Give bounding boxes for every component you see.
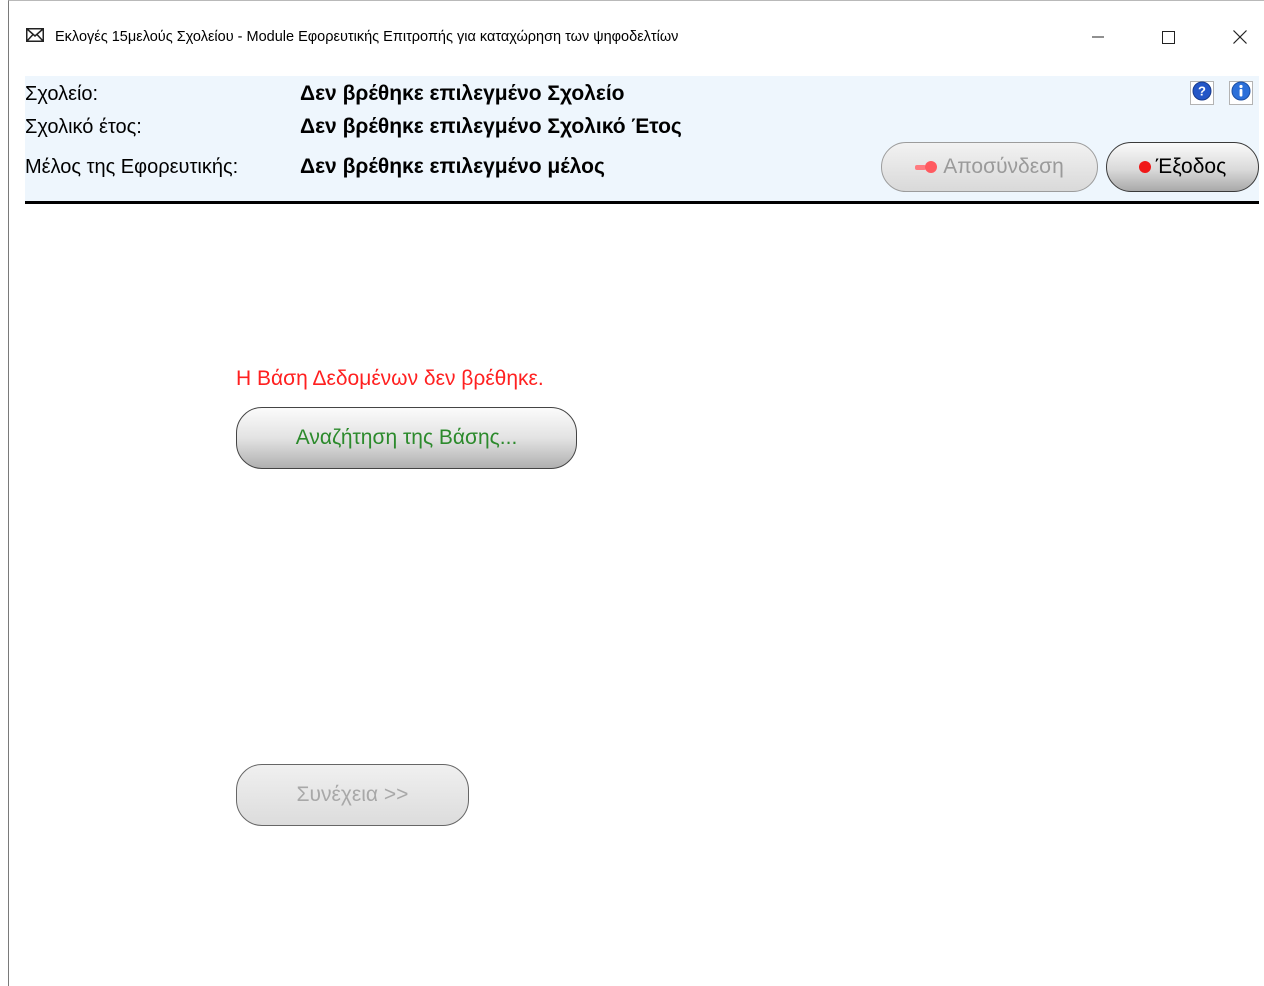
continue-button[interactable]: Συνέχεια >> [236,764,469,826]
continue-label: Συνέχεια >> [296,783,409,806]
search-database-label: Αναζήτηση της Βάσης... [295,426,518,449]
header-divider [25,201,1259,204]
red-dot-icon [1138,161,1151,173]
school-value: Δεν βρέθηκε επιλεγμένο Σχολείο [300,82,625,105]
committee-member-label: Μέλος της Εφορευτικής: [25,156,239,178]
close-button[interactable] [1217,19,1263,55]
title-bar: Εκλογές 15μελούς Σχολείου - Module Εφορε… [9,1,1264,71]
help-button[interactable]: ? [1190,81,1214,105]
database-not-found-message: Η Βάση Δεδομένων δεν βρέθηκε. [236,367,544,390]
minimize-button[interactable] [1075,19,1121,55]
envelope-icon [26,28,44,42]
search-database-button[interactable]: Αναζήτηση της Βάσης... [236,407,577,469]
window-title: Εκλογές 15μελούς Σχολείου - Module Εφορε… [55,29,679,45]
disconnect-button[interactable]: Αποσύνδεση [881,142,1098,192]
maximize-button[interactable] [1145,19,1191,55]
svg-text:?: ? [1198,83,1206,98]
help-icon: ? [1192,81,1212,106]
school-label: Σχολείο: [25,83,99,105]
school-year-label: Σχολικό έτος: [25,116,142,138]
disconnect-label: Αποσύνδεση [943,155,1064,178]
exit-label: Έξοδος [1155,155,1227,178]
minimize-icon [1092,36,1104,38]
school-year-value: Δεν βρέθηκε επιλεγμένο Σχολικό Έτος [300,115,682,138]
app-window: Εκλογές 15μελούς Σχολείου - Module Εφορε… [8,0,1264,986]
info-icon [1231,81,1251,106]
maximize-icon [1161,30,1175,44]
exit-button[interactable]: Έξοδος [1106,142,1259,192]
plug-icon [915,161,938,173]
committee-member-value: Δεν βρέθηκε επιλεγμένο μέλος [300,155,605,178]
info-button[interactable] [1229,81,1253,105]
close-icon [1233,30,1247,44]
